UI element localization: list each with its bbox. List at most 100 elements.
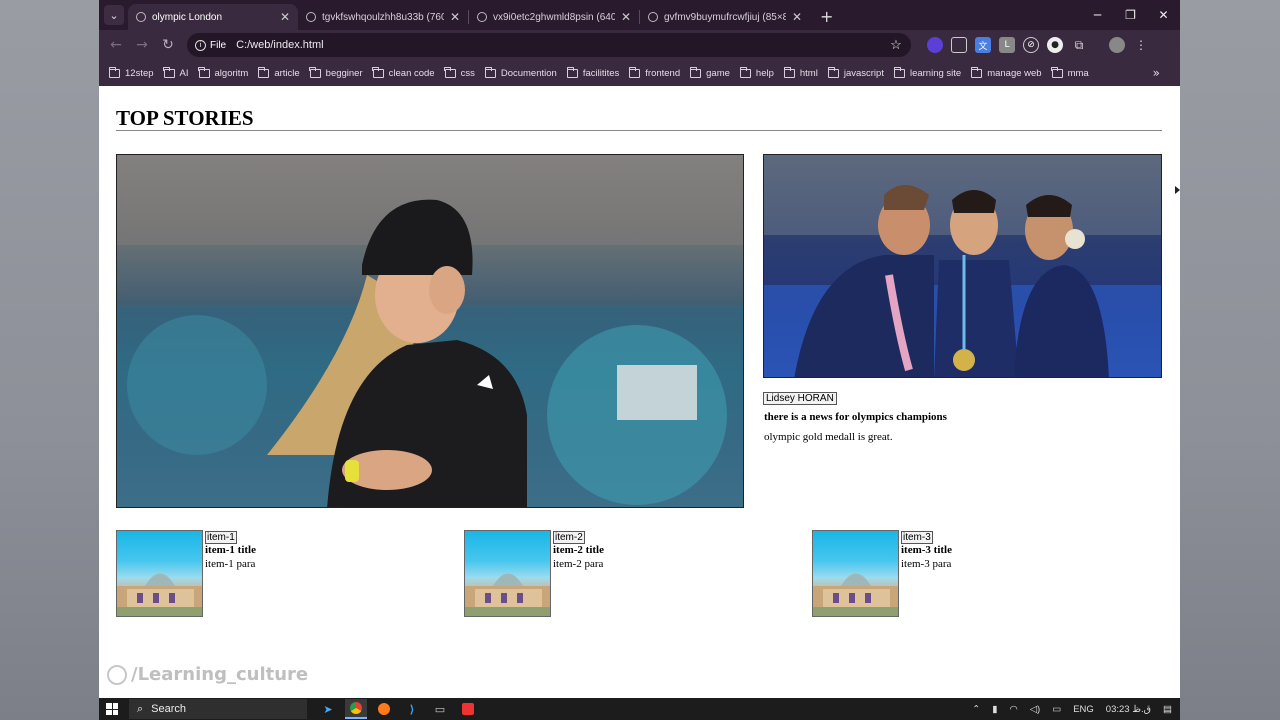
bookmark-javascript[interactable]: javascript	[827, 66, 884, 79]
side-story-title: there is a news for olympics champions	[764, 411, 947, 423]
folder-icon	[566, 66, 578, 78]
bookmark-12step[interactable]: 12step	[108, 66, 154, 79]
chevron-up-icon[interactable]: ⌃	[972, 704, 980, 715]
reload-icon[interactable]: ↻	[155, 37, 181, 53]
network-icon[interactable]: ◠	[1009, 704, 1017, 715]
folder-icon	[628, 66, 641, 78]
heading-divider	[116, 130, 1162, 131]
firefox-icon[interactable]	[373, 699, 395, 719]
folder-icon	[1051, 66, 1063, 78]
bookmark-ai[interactable]: AI	[163, 66, 189, 79]
extension-screen-icon[interactable]	[951, 37, 967, 53]
bookmark-label: clean code	[388, 67, 435, 79]
bookmark-begginer[interactable]: begginer	[309, 66, 363, 79]
taskbar-search-label: Search	[151, 703, 187, 715]
close-window-icon[interactable]: ✕	[1147, 0, 1180, 30]
translate-icon[interactable]: 文	[975, 37, 991, 53]
puzzle-icon[interactable]: ⧉	[1071, 37, 1087, 53]
clock[interactable]: 03:23 ق.ظ	[1106, 704, 1151, 715]
folder-icon	[108, 66, 120, 78]
folder-icon	[198, 66, 210, 78]
new-tab-button[interactable]: +	[820, 7, 833, 26]
item-paragraph: item-3 para	[901, 558, 952, 570]
extension-round-icon[interactable]: ●	[1047, 37, 1063, 53]
bookmark-documention[interactable]: Documention	[484, 66, 557, 79]
list-item: item-1 item-1 title item-1 para	[116, 530, 416, 618]
app-bird-icon[interactable]: ➤	[317, 699, 339, 719]
close-icon[interactable]: ✕	[450, 10, 460, 24]
bookmark-frontend[interactable]: frontend	[628, 66, 680, 79]
extension-gray-icon[interactable]: L	[999, 37, 1015, 53]
back-arrow-icon[interactable]: ←	[103, 37, 129, 53]
restore-icon[interactable]: ❐	[1114, 0, 1147, 30]
usb-icon[interactable]: ▮	[992, 704, 997, 715]
site-info-label: File	[210, 39, 227, 51]
bookmark-html[interactable]: html	[783, 66, 818, 79]
folder-icon	[893, 66, 905, 78]
folder-icon	[163, 66, 175, 78]
start-button[interactable]	[99, 703, 125, 715]
bookmark-label: html	[799, 67, 818, 79]
bookmarks-overflow-button[interactable]: »	[1153, 66, 1160, 80]
folder-icon	[258, 66, 270, 78]
champions-photo-illustration	[764, 155, 1161, 377]
watermark-text: /Learning_culture	[131, 664, 309, 685]
site-info-chip[interactable]: i File	[195, 39, 236, 51]
bookmark-algoritm[interactable]: algoritm	[198, 66, 248, 79]
bookmark-clean-code[interactable]: clean code	[372, 66, 435, 79]
tab-image-1[interactable]: tgvkfswhqoulzhh8u33b (760×4 ✕	[298, 4, 468, 30]
bookmark-star-icon[interactable]: ☆	[881, 37, 911, 53]
terminal-icon[interactable]: ▭	[429, 699, 451, 719]
folder-icon	[309, 66, 321, 78]
url-text[interactable]: C:/web/index.html	[236, 39, 881, 51]
building-illustration	[813, 573, 898, 616]
battery-icon[interactable]: ▭	[1052, 704, 1061, 715]
window-controls: ─ ❐ ✕	[1081, 0, 1180, 30]
compass-icon[interactable]: ⊘	[1023, 37, 1039, 53]
bookmark-learning-site[interactable]: learning site	[893, 66, 962, 79]
vscode-icon[interactable]: ⟩	[401, 699, 423, 719]
close-icon[interactable]: ✕	[280, 10, 290, 24]
bookmark-help[interactable]: help	[739, 66, 774, 79]
taskbar-search[interactable]: ⌕ Search	[129, 699, 307, 719]
browser-toolbar: ← → ↻ i File C:/web/index.html ☆ 文 L ⊘ ●…	[99, 30, 1180, 60]
recorder-icon[interactable]	[457, 699, 479, 719]
bookmark-article[interactable]: article	[258, 66, 300, 79]
bookmark-label: javascript	[843, 67, 884, 79]
bookmark-label: AI	[179, 67, 189, 79]
bookmark-facilitites[interactable]: facilitites	[566, 66, 619, 79]
folder-icon	[372, 66, 384, 78]
extension-purple-icon[interactable]	[927, 37, 943, 53]
address-bar[interactable]: i File C:/web/index.html ☆	[187, 33, 911, 57]
close-icon[interactable]: ✕	[621, 10, 631, 24]
forward-arrow-icon[interactable]: →	[129, 37, 155, 53]
language-indicator[interactable]: ENG	[1073, 704, 1094, 715]
notification-icon[interactable]: ▤	[1163, 704, 1172, 715]
list-item: item-3 item-3 title item-3 para	[812, 530, 1112, 618]
volume-icon[interactable]: ◁)	[1030, 704, 1040, 715]
tab-image-3[interactable]: gvfmv9buymufrcwfjiuj (85×85) ✕	[640, 4, 810, 30]
bookmark-css[interactable]: css	[444, 66, 475, 79]
more-menu-icon[interactable]: ⋮	[1133, 37, 1149, 53]
bookmark-label: 12step	[125, 67, 154, 79]
tab-search-button[interactable]: ⌄	[104, 5, 124, 25]
bookmark-label: game	[706, 67, 730, 79]
item-thumbnail	[116, 530, 203, 617]
item-paragraph: item-2 para	[553, 558, 604, 570]
tab-title: gvfmv9buymufrcwfjiuj (85×85)	[664, 11, 786, 23]
bookmark-mma[interactable]: mma	[1051, 66, 1089, 79]
mouse-cursor-icon	[1175, 186, 1180, 194]
bookmark-manage-web[interactable]: manage web	[970, 66, 1042, 79]
chrome-icon[interactable]	[345, 699, 367, 719]
item-paragraph: item-1 para	[205, 558, 256, 570]
avatar[interactable]	[1109, 37, 1125, 53]
tab-olympic-london[interactable]: olympic London ✕	[128, 4, 298, 30]
bookmark-game[interactable]: game	[689, 66, 730, 79]
minimize-icon[interactable]: ─	[1081, 0, 1114, 30]
side-story-image	[763, 154, 1162, 378]
folder-icon	[970, 66, 983, 78]
tab-image-2[interactable]: vx9i0etc2ghwmld8psin (640×3 ✕	[469, 4, 639, 30]
close-icon[interactable]: ✕	[792, 10, 802, 24]
bookmark-label: css	[460, 67, 475, 79]
bookmark-label: learning site	[909, 67, 962, 79]
